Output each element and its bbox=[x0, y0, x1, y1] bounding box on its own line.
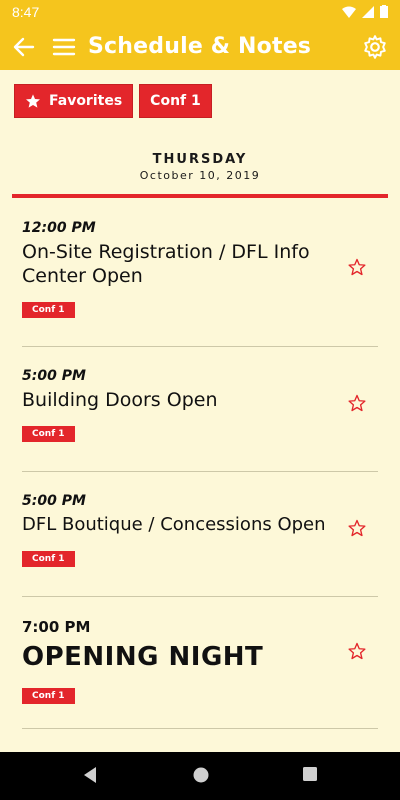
event-tag: Conf 1 bbox=[22, 426, 75, 442]
event-time: 5:00 PM bbox=[22, 493, 86, 509]
weekday-label: THURSDAY bbox=[152, 152, 248, 167]
system-nav-bar bbox=[0, 752, 400, 800]
star-outline-icon[interactable] bbox=[348, 258, 366, 276]
status-bar: 8:47 bbox=[0, 0, 400, 24]
battery-icon bbox=[380, 5, 388, 18]
conf1-filter-button[interactable]: Conf 1 bbox=[139, 84, 212, 118]
hamburger-menu-icon[interactable] bbox=[52, 35, 76, 59]
event-time: 12:00 PM bbox=[22, 220, 96, 236]
event-item[interactable]: 12:00 PM On-Site Registration / DFL Info… bbox=[22, 220, 378, 318]
event-title: On-Site Registration / DFL Info Center O… bbox=[22, 241, 310, 287]
star-outline-icon[interactable] bbox=[348, 519, 366, 537]
conf1-label: Conf 1 bbox=[150, 93, 201, 109]
event-title: OPENING NIGHT bbox=[22, 642, 264, 672]
day-divider bbox=[12, 194, 388, 198]
favorites-label: Favorites bbox=[49, 93, 123, 109]
nav-home-icon[interactable] bbox=[192, 766, 210, 784]
status-time: 8:47 bbox=[12, 4, 40, 20]
status-icons bbox=[342, 5, 388, 18]
event-time: 5:00 PM bbox=[22, 368, 86, 384]
event-tag: Conf 1 bbox=[22, 302, 75, 318]
event-item[interactable]: 7:00 PM OPENING NIGHT Conf 1 bbox=[22, 618, 378, 704]
event-title: DFL Boutique / Concessions Open bbox=[22, 514, 326, 535]
star-filled-icon bbox=[26, 94, 40, 108]
event-tag: Conf 1 bbox=[22, 551, 75, 567]
back-arrow-icon[interactable] bbox=[12, 35, 36, 59]
star-outline-icon[interactable] bbox=[348, 642, 366, 660]
date-label: October 10, 2019 bbox=[139, 169, 261, 182]
page-title: Schedule & Notes bbox=[88, 34, 312, 59]
favorites-filter-button[interactable]: Favorites bbox=[14, 84, 134, 118]
nav-recents-icon[interactable] bbox=[302, 766, 318, 782]
event-divider bbox=[22, 596, 378, 597]
event-item[interactable]: 5:00 PM DFL Boutique / Concessions Open … bbox=[22, 493, 378, 567]
star-outline-icon[interactable] bbox=[348, 394, 366, 412]
filter-bar: Favorites Conf 1 bbox=[14, 84, 212, 118]
event-item[interactable]: 5:00 PM Building Doors Open Conf 1 bbox=[22, 368, 378, 442]
event-divider bbox=[22, 728, 378, 729]
event-title: Building Doors Open bbox=[22, 389, 218, 411]
app-bar: Schedule & Notes bbox=[0, 24, 400, 70]
gear-icon[interactable] bbox=[362, 34, 388, 60]
event-time: 7:00 PM bbox=[22, 618, 91, 636]
wifi-icon bbox=[342, 6, 356, 18]
event-tag: Conf 1 bbox=[22, 688, 75, 704]
event-divider bbox=[22, 471, 378, 472]
day-header: THURSDAY October 10, 2019 bbox=[0, 152, 400, 182]
nav-back-icon[interactable] bbox=[82, 766, 98, 784]
event-divider bbox=[22, 346, 378, 347]
signal-icon bbox=[362, 5, 374, 18]
